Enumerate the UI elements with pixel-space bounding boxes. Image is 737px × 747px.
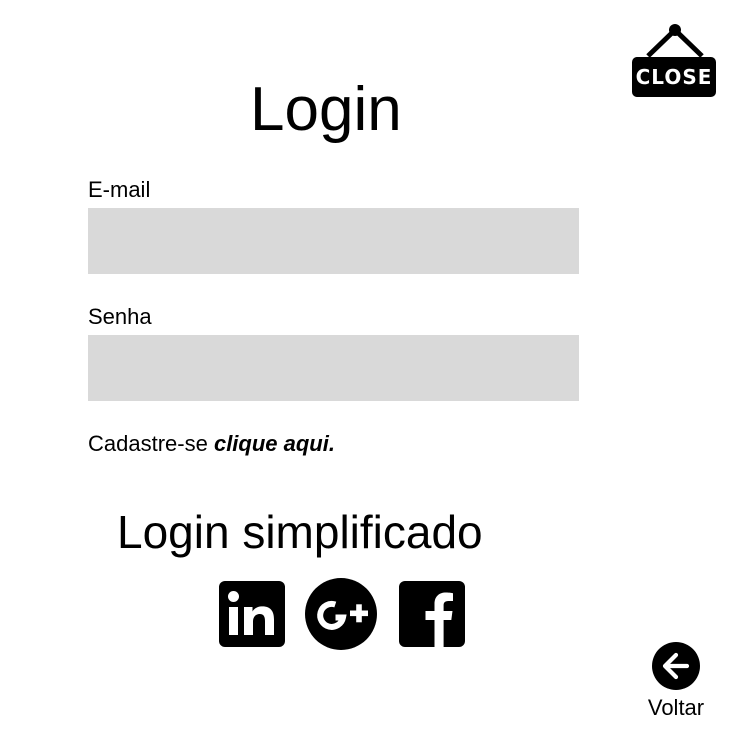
hanger-icon	[646, 24, 704, 58]
google-plus-icon	[305, 578, 377, 650]
email-label: E-mail	[88, 177, 151, 202]
signup-text: Cadastre-se	[88, 431, 214, 456]
email-field[interactable]	[88, 208, 579, 274]
linkedin-icon	[219, 581, 285, 647]
senha-field[interactable]	[88, 335, 579, 401]
page-title: Login	[250, 75, 402, 144]
back-button[interactable]: Voltar	[641, 642, 711, 732]
arrow-left-icon	[652, 642, 700, 690]
signup-row: Cadastre-se clique aqui.	[88, 430, 335, 458]
facebook-icon	[399, 581, 465, 647]
linkedin-button[interactable]	[216, 578, 288, 650]
back-label: Voltar	[647, 695, 705, 720]
close-button[interactable]: CLOSE	[630, 22, 718, 98]
close-label: CLOSE	[632, 57, 716, 97]
facebook-button[interactable]	[396, 578, 468, 650]
simplified-login-title: Login simplificado	[117, 506, 483, 558]
senha-label: Senha	[88, 304, 152, 329]
signup-link[interactable]: clique aqui.	[214, 431, 335, 456]
google-plus-button[interactable]	[305, 578, 377, 650]
